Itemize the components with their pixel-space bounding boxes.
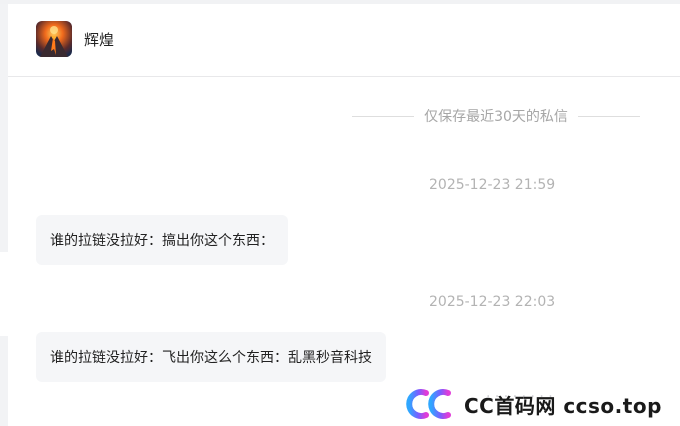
retention-notice: 仅保存最近30天的私信 bbox=[352, 105, 641, 127]
watermark-text: CC首码网 ccso.top bbox=[464, 393, 662, 418]
site-watermark: CC首码网 ccso.top bbox=[404, 384, 662, 424]
adjacent-panel-edge bbox=[0, 252, 8, 336]
volcano-avatar[interactable] bbox=[36, 21, 72, 57]
notice-divider-right bbox=[577, 115, 641, 117]
message-timestamp: 2025-12-23 22:03 bbox=[429, 294, 556, 310]
contact-name: 辉煌 bbox=[84, 31, 115, 49]
chat-header: 辉煌 bbox=[8, 4, 680, 77]
cc-logo-icon bbox=[404, 385, 458, 423]
notice-divider-left bbox=[352, 115, 415, 117]
volcano-avatar-icon bbox=[36, 21, 72, 57]
notice-text: 仅保存最近30天的私信 bbox=[424, 109, 568, 125]
message-timestamp: 2025-12-23 21:59 bbox=[429, 177, 556, 193]
chat-panel: 辉煌 仅保存最近30天的私信 2025-12-23 21:59 谁的拉链没拉好：… bbox=[8, 4, 680, 426]
message-bubble[interactable]: 谁的拉链没拉好：搞出你这个东西： bbox=[36, 215, 288, 265]
message-bubble[interactable]: 谁的拉链没拉好：飞出你这么个东西：乱黑秒音科技 bbox=[36, 332, 386, 382]
